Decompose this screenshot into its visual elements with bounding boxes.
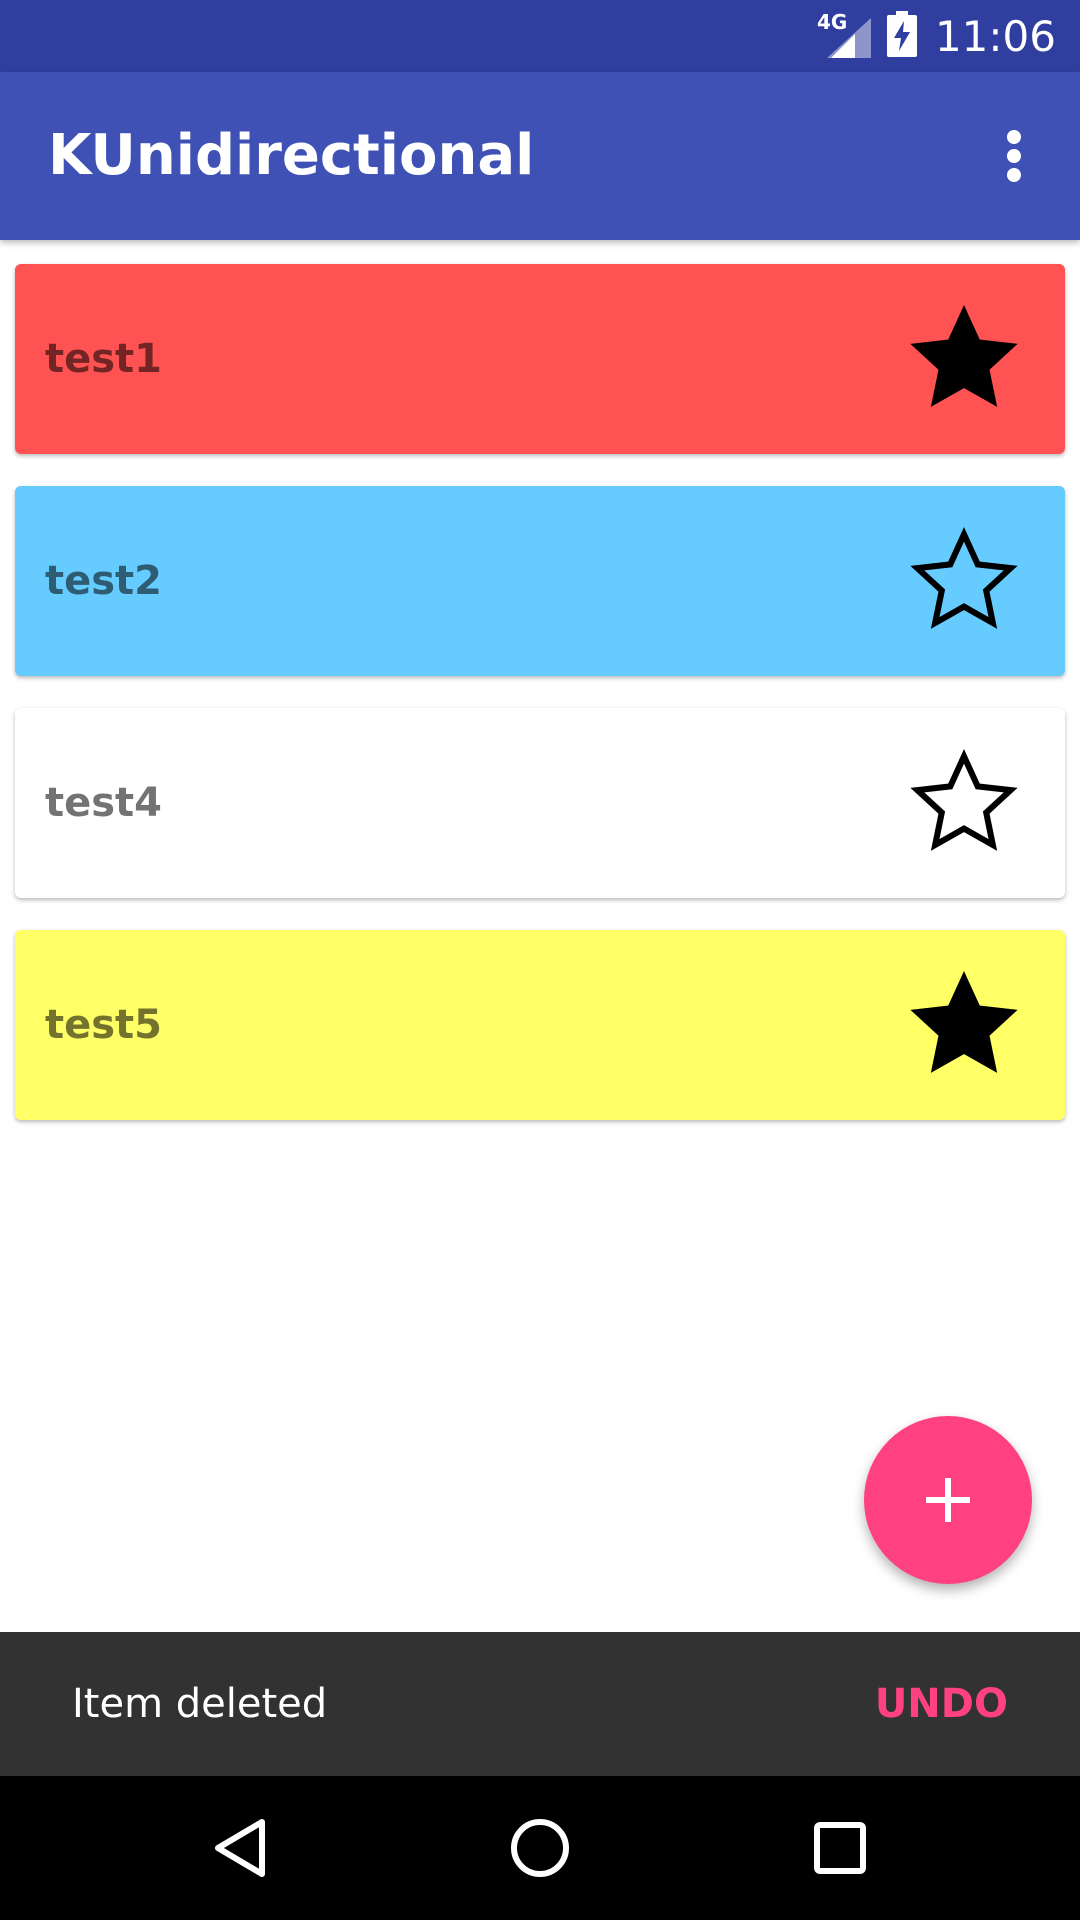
add-item-fab[interactable]: [864, 1416, 1032, 1584]
nav-recents-button[interactable]: [792, 1800, 888, 1896]
app-bar: KUnidirectional: [0, 72, 1080, 240]
status-bar: 4G 11:06: [0, 0, 1080, 72]
snackbar-message: Item deleted: [72, 1681, 328, 1727]
star-toggle-button[interactable]: [908, 747, 1020, 859]
app-title: KUnidirectional: [48, 123, 535, 188]
overflow-menu-button[interactable]: [978, 120, 1050, 192]
list-item[interactable]: test5: [15, 930, 1065, 1120]
list-item[interactable]: test2: [15, 486, 1065, 676]
item-label: test5: [45, 1002, 163, 1048]
home-icon: [511, 1819, 569, 1877]
navigation-bar: [0, 1776, 1080, 1920]
nav-home-button[interactable]: [492, 1800, 588, 1896]
item-label: test1: [45, 336, 163, 382]
list-item[interactable]: test1: [15, 264, 1065, 454]
item-label: test2: [45, 558, 163, 604]
star-icon: [910, 305, 1018, 407]
star-toggle-button[interactable]: [908, 303, 1020, 415]
star-outline-icon: [910, 749, 1018, 851]
nav-back-button[interactable]: [192, 1800, 288, 1896]
list-item[interactable]: test4: [15, 708, 1065, 898]
plus-icon: [926, 1478, 970, 1522]
recents-icon: [814, 1822, 866, 1874]
back-icon: [215, 1819, 265, 1877]
more-vert-icon: [1007, 130, 1021, 182]
clock: 11:06: [934, 11, 1056, 61]
star-icon: [910, 971, 1018, 1073]
item-label: test4: [45, 780, 163, 826]
battery-charging-icon: [886, 11, 917, 61]
item-list: test1 test2 test4 test5: [15, 264, 1065, 1152]
snackbar: Item deleted UNDO: [0, 1632, 1080, 1776]
star-toggle-button[interactable]: [908, 969, 1020, 1081]
status-icons: 4G 11:06: [817, 0, 1056, 72]
signal-icon: 4G: [817, 10, 873, 60]
star-toggle-button[interactable]: [908, 525, 1020, 637]
star-outline-icon: [910, 527, 1018, 629]
undo-button[interactable]: UNDO: [875, 1632, 1008, 1776]
